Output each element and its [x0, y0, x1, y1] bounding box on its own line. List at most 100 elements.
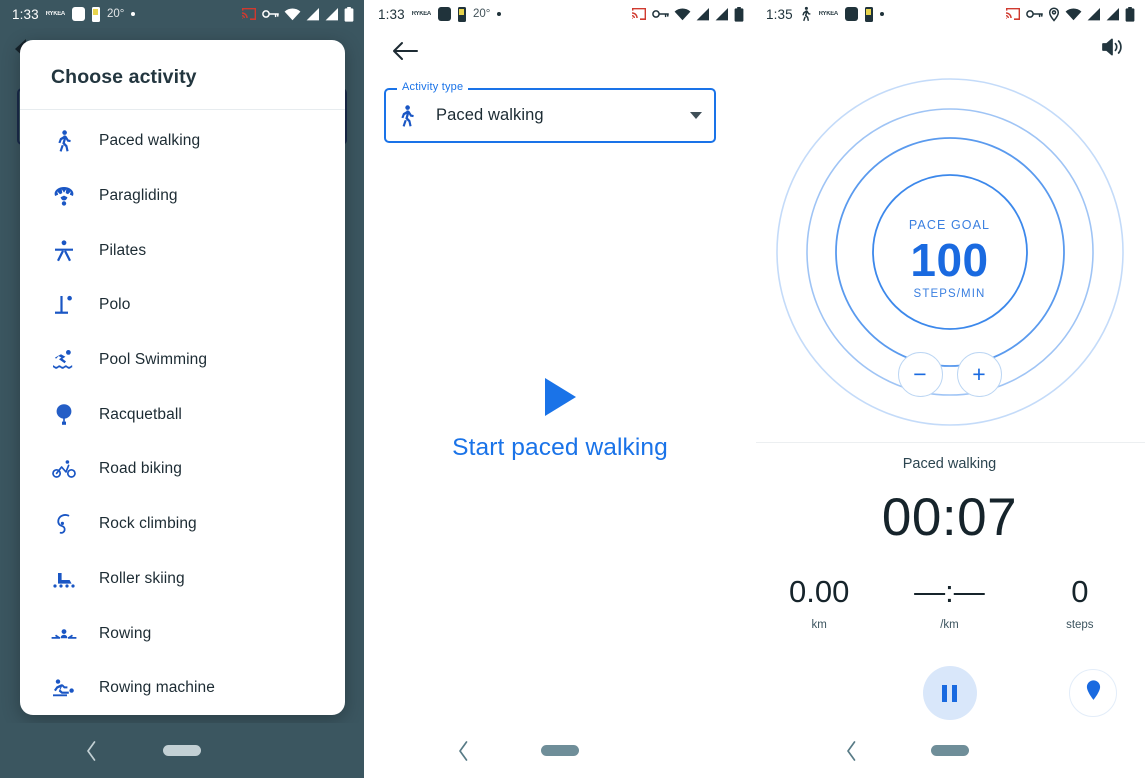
app-square-icon	[71, 7, 85, 21]
signal-icon	[715, 7, 729, 21]
list-item-label: Racquetball	[99, 405, 182, 423]
stat-value: —:—	[914, 574, 985, 609]
pace-goal-unit: STEPS/MIN	[913, 287, 986, 300]
nav-home-pill[interactable]	[930, 745, 969, 756]
location-icon	[1048, 6, 1060, 22]
cast-icon	[631, 7, 647, 21]
play-icon	[544, 378, 576, 416]
panel-choose-activity: 1:33 RYKEA 20° Choose activity Paced wal…	[0, 0, 364, 778]
roller-ski-icon	[51, 569, 77, 589]
status-bar-left: 1:33 RYKEA 20°	[378, 6, 502, 22]
list-item-rowing[interactable]: Rowing	[20, 606, 345, 661]
stat-unit: steps	[1066, 619, 1094, 632]
cast-icon	[241, 7, 257, 21]
status-time: 1:33	[12, 6, 39, 22]
vpn-key-icon	[652, 8, 669, 20]
choose-activity-dialog: Choose activity Paced walking Paraglidin…	[20, 40, 345, 715]
nav-home-pill[interactable]	[163, 745, 201, 756]
cast-icon	[1005, 7, 1021, 21]
list-item-road-biking[interactable]: Road biking	[20, 442, 345, 497]
walking-icon	[51, 130, 77, 153]
system-navigation-bar	[0, 723, 364, 778]
status-bar: 1:35 RYKEA	[754, 0, 1145, 28]
list-item-label: Paragliding	[99, 187, 178, 205]
status-bar-left: 1:33 RYKEA 20°	[12, 6, 136, 22]
wifi-icon	[1065, 7, 1082, 21]
panel-active-session: 1:35 RYKEA PACE GOAL 100 STEPS/MIN − + P…	[754, 0, 1145, 778]
wifi-icon	[674, 7, 691, 21]
list-item-label: Pool Swimming	[99, 351, 208, 369]
app-square-icon	[844, 7, 858, 21]
session-stats: 0.00 km —:— /km 0 steps	[754, 574, 1145, 632]
notification-dot-icon	[497, 12, 502, 16]
start-activity-label: Start paced walking	[452, 434, 668, 461]
notification-dot-icon	[131, 12, 136, 16]
screenshot-root: 1:33 RYKEA 20° Choose activity Paced wal…	[0, 0, 1145, 778]
dialog-title: Choose activity	[51, 66, 197, 88]
system-navigation-bar	[366, 723, 754, 778]
list-item-label: Rowing	[99, 624, 152, 642]
nav-back-button[interactable]	[366, 740, 560, 762]
stat-unit: /km	[940, 619, 959, 632]
pause-button[interactable]	[922, 666, 977, 720]
location-pin-icon	[1084, 679, 1103, 707]
nav-back-button[interactable]	[754, 740, 950, 762]
increase-pace-button[interactable]: +	[956, 352, 1002, 397]
signal-icon	[306, 7, 320, 21]
racquet-icon	[51, 403, 77, 426]
carrier-label: RYKEA	[45, 11, 66, 17]
list-item-rowing-machine[interactable]: Rowing machine	[20, 661, 345, 715]
chevron-down-icon[interactable]	[690, 112, 702, 119]
signal-icon	[696, 7, 710, 21]
list-item-label: Roller skiing	[99, 569, 185, 587]
pause-icon	[942, 684, 957, 702]
stats-divider	[754, 442, 1145, 443]
list-item-paced-walking[interactable]: Paced walking	[20, 114, 345, 169]
panel-start-activity: 1:33 RYKEA 20° Activity type Paced walki…	[364, 0, 754, 778]
bicycle-icon	[51, 459, 77, 479]
battery-icon	[344, 6, 354, 22]
list-item-pool-swimming[interactable]: Pool Swimming	[20, 333, 345, 388]
back-button[interactable]	[392, 40, 418, 67]
signal-icon	[1106, 7, 1120, 21]
status-bar-right	[631, 6, 744, 22]
status-bar-left: 1:35 RYKEA	[766, 6, 884, 22]
list-item-label: Rock climbing	[99, 515, 197, 533]
carrier-label: RYKEA	[818, 11, 839, 17]
pace-goal-value: 100	[910, 234, 989, 287]
volume-up-icon[interactable]	[1101, 36, 1125, 63]
decrease-pace-button[interactable]: −	[897, 352, 943, 397]
activity-list[interactable]: Paced walking Paragliding Pilates Polo P	[20, 110, 345, 715]
field-value: Paced walking	[436, 106, 544, 124]
vpn-key-icon	[262, 8, 279, 20]
stat-steps: 0 steps	[1015, 574, 1145, 632]
list-item-rock-climbing[interactable]: Rock climbing	[20, 497, 345, 552]
list-item-label: Pilates	[99, 241, 147, 259]
status-bar-right	[1005, 6, 1135, 22]
list-item-pilates[interactable]: Pilates	[20, 223, 345, 278]
location-button[interactable]	[1069, 669, 1117, 717]
nav-home-pill[interactable]	[541, 745, 579, 756]
signal-icon	[325, 7, 339, 21]
session-controls	[754, 666, 1145, 722]
list-item-polo[interactable]: Polo	[20, 278, 345, 333]
session-activity-name: Paced walking	[902, 456, 997, 472]
stat-distance: 0.00 km	[754, 574, 884, 631]
pace-goal-readout: PACE GOAL 100 STEPS/MIN	[850, 218, 1050, 300]
list-item-racquetball[interactable]: Racquetball	[20, 387, 345, 442]
field-content: Paced walking	[384, 88, 716, 143]
start-activity-button[interactable]: Start paced walking	[366, 378, 754, 462]
status-bar: 1:33 RYKEA 20°	[0, 0, 364, 28]
swimming-icon	[51, 349, 77, 371]
list-item-roller-skiing[interactable]: Roller skiing	[20, 552, 345, 607]
list-item-label: Road biking	[99, 460, 182, 478]
pace-adjust-controls: − +	[897, 352, 1002, 397]
nav-back-button[interactable]	[0, 740, 182, 762]
walking-icon	[398, 104, 416, 127]
activity-type-field[interactable]: Activity type Paced walking	[384, 80, 716, 143]
system-navigation-bar	[754, 723, 1145, 778]
app-square-icon	[437, 7, 451, 21]
list-item-paragliding[interactable]: Paragliding	[20, 169, 345, 224]
status-time: 1:33	[378, 6, 405, 22]
list-item-label: Polo	[99, 296, 131, 314]
